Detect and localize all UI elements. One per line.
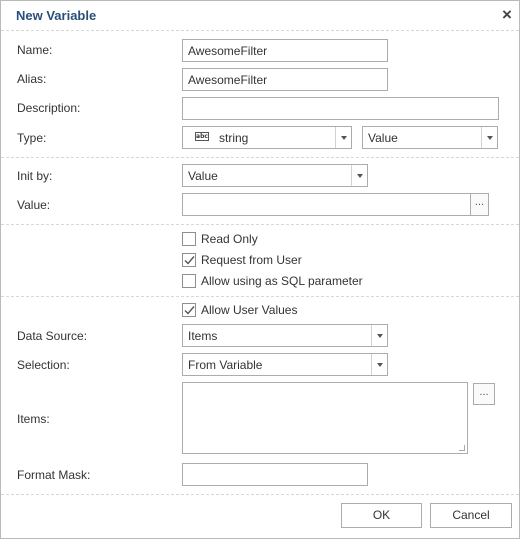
abc-type-icon: abc xyxy=(195,132,209,141)
name-field[interactable]: AwesomeFilter xyxy=(182,39,388,62)
name-value: AwesomeFilter xyxy=(188,44,268,58)
type-label: Type: xyxy=(17,131,47,145)
chevron-down-icon[interactable] xyxy=(481,127,497,148)
format-mask-label: Format Mask: xyxy=(17,468,91,482)
description-field[interactable] xyxy=(182,97,499,120)
request-from-user-label[interactable]: Request from User xyxy=(201,252,302,268)
chevron-down-icon[interactable] xyxy=(351,165,367,186)
data-source-value: Items xyxy=(188,329,218,343)
allow-sql-parameter-label[interactable]: Allow using as SQL parameter xyxy=(201,273,363,289)
alias-field[interactable]: AwesomeFilter xyxy=(182,68,388,91)
request-from-user-checkbox[interactable] xyxy=(182,253,196,267)
allow-user-values-checkbox[interactable] xyxy=(182,303,196,317)
check-icon xyxy=(184,306,195,315)
ok-button[interactable]: OK xyxy=(341,503,422,528)
type-mode-select[interactable]: Value xyxy=(362,126,498,149)
data-source-label: Data Source: xyxy=(17,329,88,343)
value-field[interactable] xyxy=(182,193,471,216)
section-separator xyxy=(1,157,519,158)
chevron-down-icon[interactable] xyxy=(371,354,387,375)
selection-value: From Variable xyxy=(188,358,263,372)
cancel-button[interactable]: Cancel xyxy=(430,503,512,528)
value-label: Value: xyxy=(17,198,51,212)
init-by-select[interactable]: Value xyxy=(182,164,368,187)
type-mode-value: Value xyxy=(368,131,398,145)
chevron-down-icon[interactable] xyxy=(335,127,351,148)
init-by-value: Value xyxy=(188,169,218,183)
new-variable-dialog: New Variable × Name: AwesomeFilter Alias… xyxy=(0,0,520,539)
name-label: Name: xyxy=(17,43,53,57)
alias-label: Alias: xyxy=(17,72,47,86)
footer-separator xyxy=(1,494,519,495)
section-separator xyxy=(1,296,519,297)
selection-select[interactable]: From Variable xyxy=(182,353,388,376)
close-icon[interactable]: × xyxy=(499,6,515,24)
section-separator xyxy=(1,224,519,225)
chevron-down-icon[interactable] xyxy=(371,325,387,346)
items-textarea[interactable] xyxy=(182,382,468,454)
title-separator xyxy=(1,30,519,31)
description-label: Description: xyxy=(17,101,81,115)
dialog-title: New Variable xyxy=(16,8,97,23)
read-only-label[interactable]: Read Only xyxy=(201,231,258,247)
init-by-label: Init by: xyxy=(17,169,53,183)
data-source-select[interactable]: Items xyxy=(182,324,388,347)
items-label: Items: xyxy=(17,412,50,426)
read-only-checkbox[interactable] xyxy=(182,232,196,246)
resize-handle-icon[interactable] xyxy=(459,445,465,451)
type-value: string xyxy=(219,131,249,145)
allow-sql-parameter-checkbox[interactable] xyxy=(182,274,196,288)
check-icon xyxy=(184,256,195,265)
items-browse-button[interactable]: ... xyxy=(473,383,495,405)
type-select[interactable]: abc string xyxy=(182,126,352,149)
selection-label: Selection: xyxy=(17,358,70,372)
alias-value: AwesomeFilter xyxy=(188,73,268,87)
allow-user-values-label[interactable]: Allow User Values xyxy=(201,302,297,318)
value-browse-button[interactable]: ... xyxy=(470,193,489,216)
format-mask-field[interactable] xyxy=(182,463,368,486)
